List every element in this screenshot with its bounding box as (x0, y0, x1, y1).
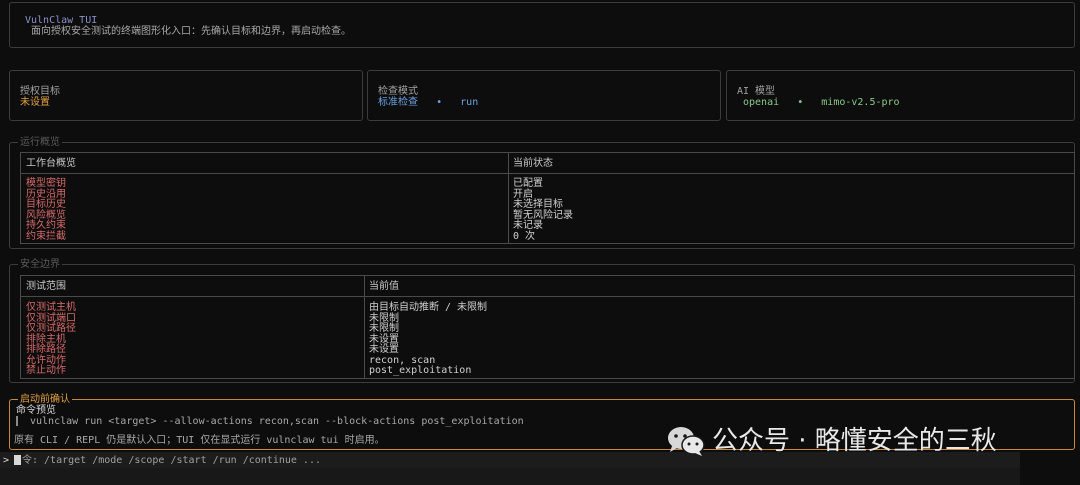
card-target[interactable]: 授权目标 未设置 (9, 70, 363, 121)
command-input[interactable]: 令: /target /mode /scope /start /run /con… (22, 455, 321, 466)
overview-row-value: 未选择目标 (513, 199, 563, 210)
overview-row-value: 已配置 (513, 178, 543, 189)
card-mode-value-line: 标准检查 • run (378, 97, 478, 108)
overview-row-key: 风险概览 (26, 209, 66, 221)
confirm-legend: 启动前确认 (18, 394, 72, 405)
overview-col1-header: 工作台概览 (26, 158, 76, 169)
boundary-col2-header: 当前值 (369, 281, 399, 292)
boundary-row-value: 未设置 (369, 333, 399, 345)
app-title: VulnClaw TUI (25, 15, 98, 26)
card-model[interactable]: AI 模型 openai • mimo-v2.5-pro (726, 70, 1075, 121)
card-model-name: mimo-v2.5-pro (821, 97, 900, 108)
overview-row-value: 0 次 (513, 230, 536, 242)
boundary-col-divider (364, 276, 365, 378)
app-subtitle: 面向授权安全测试的终端图形化入口：先确认目标和边界，再启动检查。 (31, 26, 351, 37)
card-model-value-line: openai • mimo-v2.5-pro (743, 97, 900, 108)
watermark: 公众号 · 略懂安全的三秋 (666, 424, 997, 458)
card-model-provider: openai (743, 97, 780, 108)
boundary-row-value: post_exploitation (369, 365, 472, 376)
command-preview-bar (16, 416, 18, 426)
boundary-table-header (21, 276, 1074, 297)
header-panel: VulnClaw TUI 面向授权安全测试的终端图形化入口：先确认目标和边界，再… (9, 2, 1075, 48)
boundary-row-key: 仅测试主机 (26, 302, 76, 313)
overview-col2-header: 当前状态 (513, 158, 553, 169)
prompt-cursor (14, 455, 21, 467)
card-mode-value: 标准检查 (378, 97, 418, 108)
overview-row-key: 模型密钥 (26, 178, 66, 189)
command-preview-label: 命令预览 (16, 405, 56, 416)
boundary-col1-header: 测试范围 (26, 281, 66, 292)
overview-row-key: 约束拦截 (26, 230, 66, 242)
boundary-section: 安全边界 测试范围 当前值 仅测试主机 由目标自动推断 / 未限制 仅测试端口 未限制… (9, 259, 1075, 383)
boundary-row-key: 排除主机 (26, 333, 66, 345)
command-preview-text[interactable]: vulnclaw run <target> --allow-actions re… (30, 416, 524, 427)
overview-table: 工作台概览 当前状态 模型密钥 已配置历史沿用 开启目标历史 未选择目标风险概览 暂无风… (20, 152, 1075, 244)
overview-row-value: 未记录 (513, 220, 543, 231)
card-mode-extra: run (460, 97, 479, 108)
boundary-row-value: 未限制 (369, 312, 399, 324)
boundary-table: 测试范围 当前值 仅测试主机 由目标自动推断 / 未限制 仅测试端口 未限制 仅测试路径… (20, 275, 1075, 379)
overview-row-value: 暂无风险记录 (513, 209, 573, 221)
overview-section: 运行概览 工作台概览 当前状态 模型密钥 已配置历史沿用 开启目标历史 未选择目标风险… (9, 137, 1075, 249)
confirm-note: 原有 CLI / REPL 仍是默认入口；TUI 仅在显式运行 vulnclaw… (14, 435, 385, 446)
card-target-label: 授权目标 (20, 86, 60, 97)
card-model-label: AI 模型 (737, 86, 776, 97)
overview-row-key: 目标历史 (26, 199, 66, 210)
card-mode-label: 检查模式 (378, 86, 418, 97)
boundary-legend: 安全边界 (18, 259, 62, 270)
boundary-row-key: 仅测试路径 (26, 323, 76, 334)
prompt-bar-lower (0, 468, 1020, 485)
boundary-row-value: 由目标自动推断 / 未限制 (369, 302, 488, 313)
card-target-value: 未设置 (20, 97, 50, 108)
boundary-row-value: 未限制 (369, 323, 399, 334)
boundary-row-key: 禁止动作 (26, 365, 66, 376)
boundary-row-key: 允许动作 (26, 354, 66, 366)
overview-row-key: 历史沿用 (26, 188, 66, 200)
overview-col-divider (508, 153, 509, 243)
boundary-row-value: 未设置 (369, 344, 399, 355)
wechat-logo-icon (666, 424, 706, 458)
card-mode[interactable]: 检查模式 标准检查 • run (367, 70, 721, 121)
prompt-arrow-icon: > (3, 455, 10, 466)
overview-row-key: 持久约束 (26, 220, 66, 231)
overview-legend: 运行概览 (18, 137, 62, 148)
boundary-row-key: 仅测试端口 (26, 312, 76, 324)
watermark-text: 公众号 · 略懂安全的三秋 (712, 426, 997, 456)
boundary-row-value: recon, scan (369, 354, 436, 366)
boundary-row-key: 排除路径 (26, 344, 66, 355)
overview-row-value: 开启 (513, 188, 533, 200)
